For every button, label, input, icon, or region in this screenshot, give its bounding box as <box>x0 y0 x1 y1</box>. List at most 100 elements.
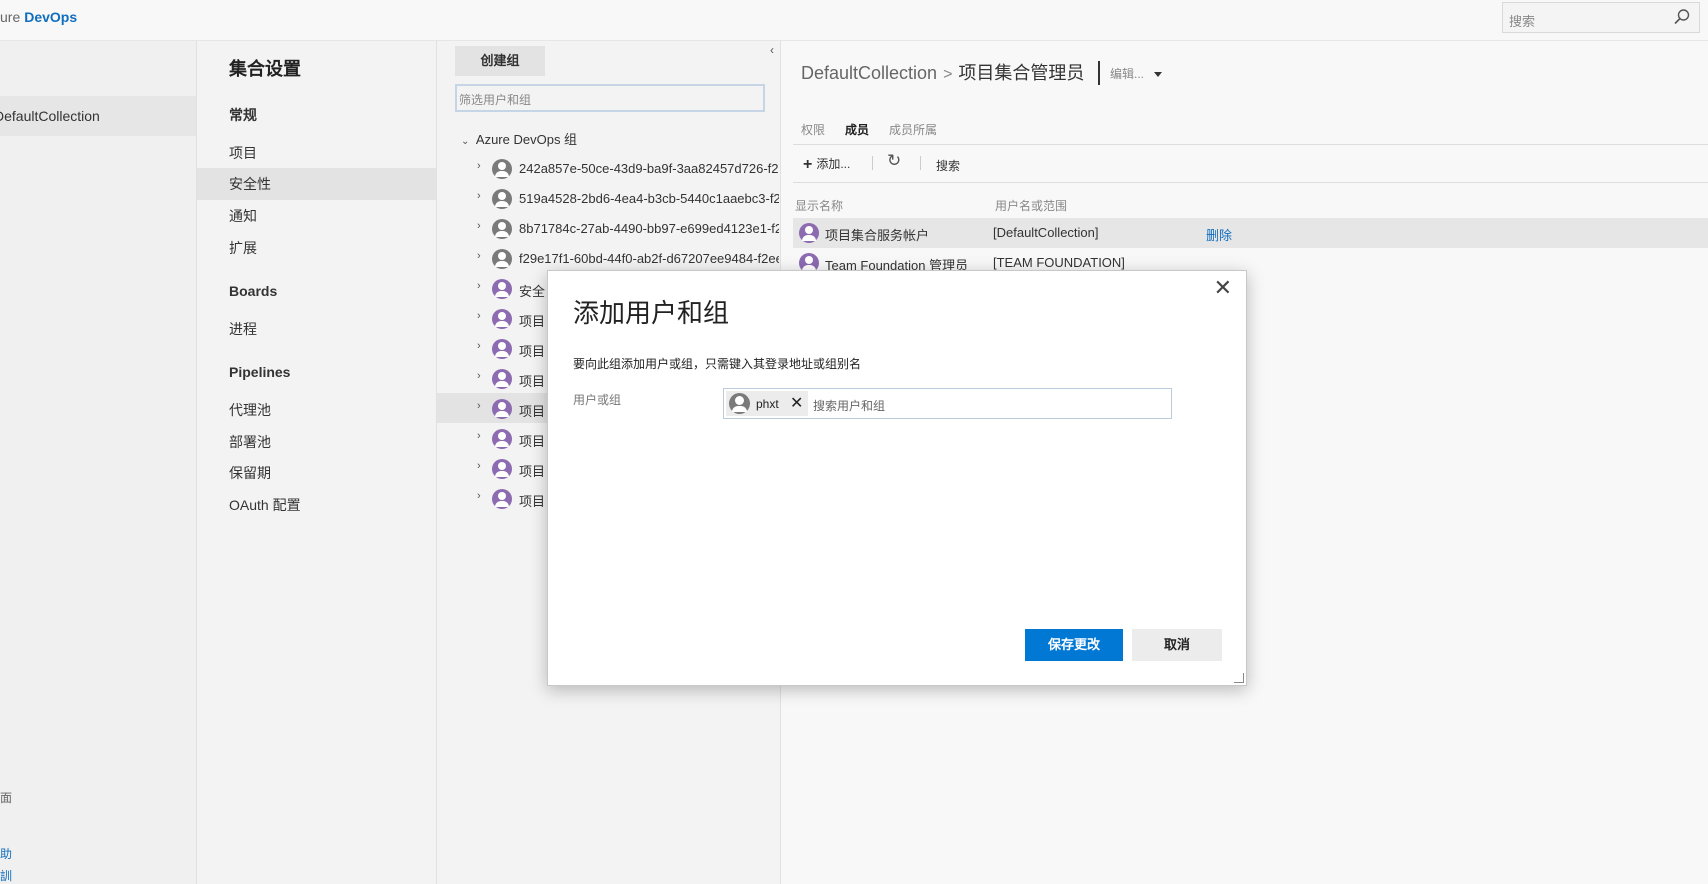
settings-item-oauth[interactable]: OAuth 配置 <box>197 489 436 521</box>
brand-logo[interactable]: ure DevOps <box>0 9 77 25</box>
add-label: 添加... <box>816 157 851 171</box>
search-placeholder: 搜索 <box>1509 14 1536 29</box>
tree-root-group[interactable]: ⌄ Azure DevOps 组 <box>461 129 577 148</box>
group-avatar-icon <box>492 279 512 299</box>
toolbar-separator <box>920 156 921 170</box>
group-avatar-icon <box>492 489 512 509</box>
chevron-down-icon[interactable]: ⌄ <box>461 136 473 147</box>
settings-panel: 集合设置 常规 项目 安全性 通知 扩展 Boards 进程 Pipelines… <box>197 41 437 884</box>
dialog-title: 添加用户和组 <box>573 298 730 328</box>
member-scope: [TEAM FOUNDATION] <box>993 255 1125 270</box>
remove-chip-icon[interactable]: ✕ <box>790 393 803 413</box>
chevron-left-icon[interactable]: ‹ <box>770 43 774 57</box>
group-avatar-icon <box>492 399 512 419</box>
cancel-button[interactable]: 取消 <box>1132 629 1222 661</box>
search-box[interactable]: 搜索 <box>1502 2 1700 33</box>
group-item[interactable]: › 8b71784c-27ab-4490-bb97-e699ed4123e1-f… <box>437 213 780 243</box>
settings-item-agent-pools[interactable]: 代理池 <box>197 394 436 426</box>
breadcrumb-root[interactable]: DefaultCollection <box>801 63 937 83</box>
column-header-display-name[interactable]: 显示名称 <box>795 197 843 214</box>
breadcrumb-separator: > <box>943 66 953 83</box>
search-members-button[interactable]: 搜索 <box>936 157 960 174</box>
edit-dropdown[interactable]: 编辑... <box>1110 65 1163 82</box>
divider <box>1098 61 1100 85</box>
close-icon[interactable]: ✕ <box>1214 277 1232 299</box>
add-member-button[interactable]: + 添加... <box>803 155 850 174</box>
group-item[interactable]: › 519a4528-2bd6-4ea4-b3cb-5440c1aaebc3-f… <box>437 183 780 213</box>
filter-input[interactable]: 筛选用户和组 <box>455 84 765 112</box>
identity-chip[interactable]: phxt ✕ <box>726 391 808 416</box>
chevron-right-icon[interactable]: › <box>477 340 481 352</box>
collection-label: DefaultCollection <box>0 108 100 124</box>
chevron-right-icon[interactable]: › <box>477 160 481 172</box>
tab-members[interactable]: 成员 <box>845 121 869 138</box>
tree-root-label: Azure DevOps 组 <box>475 132 578 147</box>
member-scope: [DefaultCollection] <box>993 225 1099 240</box>
group-avatar-icon <box>492 309 512 329</box>
edit-label: 编辑... <box>1110 67 1145 81</box>
chevron-right-icon[interactable]: › <box>477 250 481 262</box>
refresh-icon[interactable]: ↻ <box>887 151 901 171</box>
search-icon[interactable] <box>1673 8 1691 26</box>
group-avatar-icon <box>492 189 512 209</box>
top-bar: ure DevOps 搜索 <box>0 0 1708 41</box>
settings-item-security[interactable]: 安全性 <box>197 168 436 200</box>
settings-title: 集合设置 <box>229 59 301 79</box>
nav-item-collection[interactable]: DefaultCollection <box>0 96 196 136</box>
chevron-right-icon[interactable]: › <box>477 490 481 502</box>
member-row[interactable]: 项目集合服务帐户 [DefaultCollection] 删除 <box>793 218 1708 248</box>
group-avatar-icon <box>492 459 512 479</box>
settings-item-retention[interactable]: 保留期 <box>197 457 436 489</box>
member-name: 项目集合服务帐户 <box>825 228 930 243</box>
brand-prefix: ure <box>0 9 21 25</box>
tab-member-of[interactable]: 成员所属 <box>889 121 937 138</box>
chevron-right-icon[interactable]: › <box>477 460 481 472</box>
dialog-description: 要向此组添加用户或组，只需键入其登录地址或组别名 <box>573 357 862 371</box>
settings-item-notifications[interactable]: 通知 <box>197 200 436 232</box>
settings-section-boards: Boards <box>229 283 278 299</box>
nav-bottom-link[interactable]: 助 <box>0 845 12 862</box>
resize-grip-icon[interactable] <box>1234 673 1244 683</box>
chevron-right-icon[interactable]: › <box>477 190 481 202</box>
group-item[interactable]: › 242a857e-50ce-43d9-ba9f-3aa82457d726-f… <box>437 153 780 183</box>
create-group-button[interactable]: 创建组 <box>455 46 545 76</box>
group-avatar-icon <box>492 159 512 179</box>
breadcrumb: DefaultCollection > 项目集合管理员 <box>801 59 1084 85</box>
group-avatar-icon <box>799 223 819 243</box>
identity-picker-input[interactable]: phxt ✕ 搜索用户和组 <box>723 388 1172 419</box>
nav-bottom-item[interactable]: 面 <box>0 789 12 806</box>
chevron-right-icon[interactable]: › <box>477 310 481 322</box>
picker-placeholder: 搜索用户和组 <box>813 399 886 413</box>
user-avatar-icon <box>729 393 750 414</box>
group-item-label: f29e17f1-60bd-44f0-ab2f-d67207ee9484-f2e… <box>519 251 779 266</box>
caret-down-icon <box>1154 72 1163 78</box>
chevron-right-icon[interactable]: › <box>477 430 481 442</box>
settings-item-extensions[interactable]: 扩展 <box>197 232 436 264</box>
group-item-label: 242a857e-50ce-43d9-ba9f-3aa82457d726-f2e <box>519 161 779 176</box>
add-users-dialog: ✕ 添加用户和组 要向此组添加用户或组，只需键入其登录地址或组别名 用户或组 p… <box>547 270 1247 686</box>
chevron-right-icon[interactable]: › <box>477 370 481 382</box>
group-item[interactable]: › f29e17f1-60bd-44f0-ab2f-d67207ee9484-f… <box>437 243 780 273</box>
group-item-label: 8b71784c-27ab-4490-bb97-e699ed4123e1-f2 <box>519 221 779 236</box>
divider <box>793 182 1708 183</box>
column-header-scope[interactable]: 用户名或范围 <box>995 197 1067 214</box>
settings-section-pipelines: Pipelines <box>229 364 291 380</box>
field-label: 用户或组 <box>573 393 622 407</box>
tab-permissions[interactable]: 权限 <box>801 121 825 138</box>
group-avatar-icon <box>492 339 512 359</box>
filter-placeholder: 筛选用户和组 <box>459 93 532 107</box>
chevron-right-icon[interactable]: › <box>477 220 481 232</box>
settings-item-deployment-pools[interactable]: 部署池 <box>197 426 436 458</box>
group-item-label: 519a4528-2bd6-4ea4-b3cb-5440c1aaebc3-f2 <box>519 191 779 206</box>
chevron-right-icon[interactable]: › <box>477 280 481 292</box>
divider <box>793 144 1708 145</box>
chevron-right-icon[interactable]: › <box>477 400 481 412</box>
remove-member-link[interactable]: 删除 <box>1206 225 1232 244</box>
group-avatar-icon <box>492 369 512 389</box>
settings-item-projects[interactable]: 项目 <box>197 137 436 169</box>
breadcrumb-current: 项目集合管理员 <box>958 63 1085 83</box>
nav-bottom-link[interactable]: 訓 <box>0 867 12 884</box>
group-avatar-icon <box>492 219 512 239</box>
save-changes-button[interactable]: 保存更改 <box>1025 629 1123 661</box>
settings-item-process[interactable]: 进程 <box>197 313 436 345</box>
